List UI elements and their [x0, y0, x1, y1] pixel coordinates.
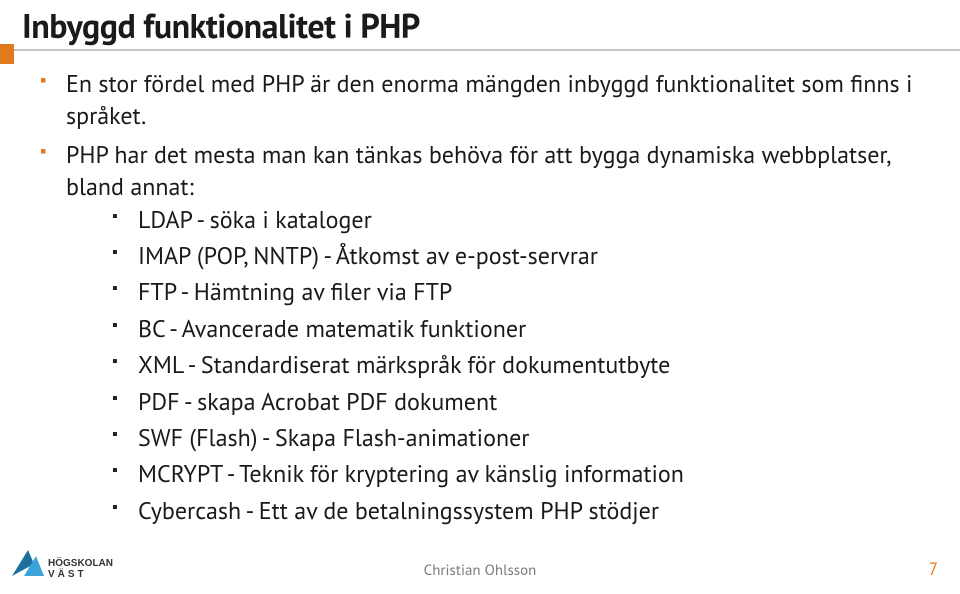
list-item-text: XML - Standardiserat märkspråk för dokum… [138, 349, 670, 380]
list-item-text: En stor fördel med PHP är den enorma män… [66, 68, 912, 131]
list-item: PHP har det mesta man kan tänkas behöva … [40, 139, 928, 527]
list-item: PDF - skapa Acrobat PDF dokument [112, 386, 928, 418]
list-item: LDAP - söka i kataloger [112, 204, 928, 236]
slide: Inbyggd funktionalitet i PHP En stor för… [0, 0, 960, 594]
content-area: En stor fördel med PHP är den enorma män… [40, 64, 928, 533]
accent-block [0, 44, 14, 64]
list-item-text: PDF - skapa Acrobat PDF dokument [138, 386, 497, 417]
list-item-text: SWF (Flash) - Skapa Flash-animationer [138, 422, 529, 453]
list-item-text: IMAP (POP, NNTP) - Åtkomst av e-post-ser… [138, 240, 598, 271]
list-item: BC - Avancerade matematik funktioner [112, 313, 928, 345]
list-item-text: BC - Avancerade matematik funktioner [138, 313, 526, 344]
list-item-text: MCRYPT - Teknik för kryptering av känsli… [138, 458, 684, 489]
list-item: IMAP (POP, NNTP) - Åtkomst av e-post-ser… [112, 240, 928, 272]
list-item-text: FTP - Hämtning av filer via FTP [138, 276, 452, 307]
list-item-text: Cybercash - Ett av de betalningssystem P… [138, 495, 659, 526]
bullet-list-lvl1: En stor fördel med PHP är den enorma män… [40, 68, 928, 527]
footer-author: Christian Ohlsson [0, 561, 960, 580]
list-item-text: PHP har det mesta man kan tänkas behöva … [66, 139, 890, 202]
title-bar: Inbyggd funktionalitet i PHP [0, 8, 960, 51]
page-number: 7 [929, 558, 938, 580]
footer: HÖGSKOLAN VÄST Christian Ohlsson 7 [0, 534, 960, 590]
list-item: MCRYPT - Teknik för kryptering av känsli… [112, 458, 928, 490]
list-item: XML - Standardiserat märkspråk för dokum… [112, 349, 928, 381]
list-item: SWF (Flash) - Skapa Flash-animationer [112, 422, 928, 454]
list-item: FTP - Hämtning av filer via FTP [112, 276, 928, 308]
list-item-text: LDAP - söka i kataloger [138, 204, 372, 235]
page-title: Inbyggd funktionalitet i PHP [22, 8, 960, 45]
bullet-list-lvl2: LDAP - söka i kataloger IMAP (POP, NNTP)… [66, 204, 928, 528]
list-item: En stor fördel med PHP är den enorma män… [40, 68, 928, 133]
list-item: Cybercash - Ett av de betalningssystem P… [112, 495, 928, 527]
